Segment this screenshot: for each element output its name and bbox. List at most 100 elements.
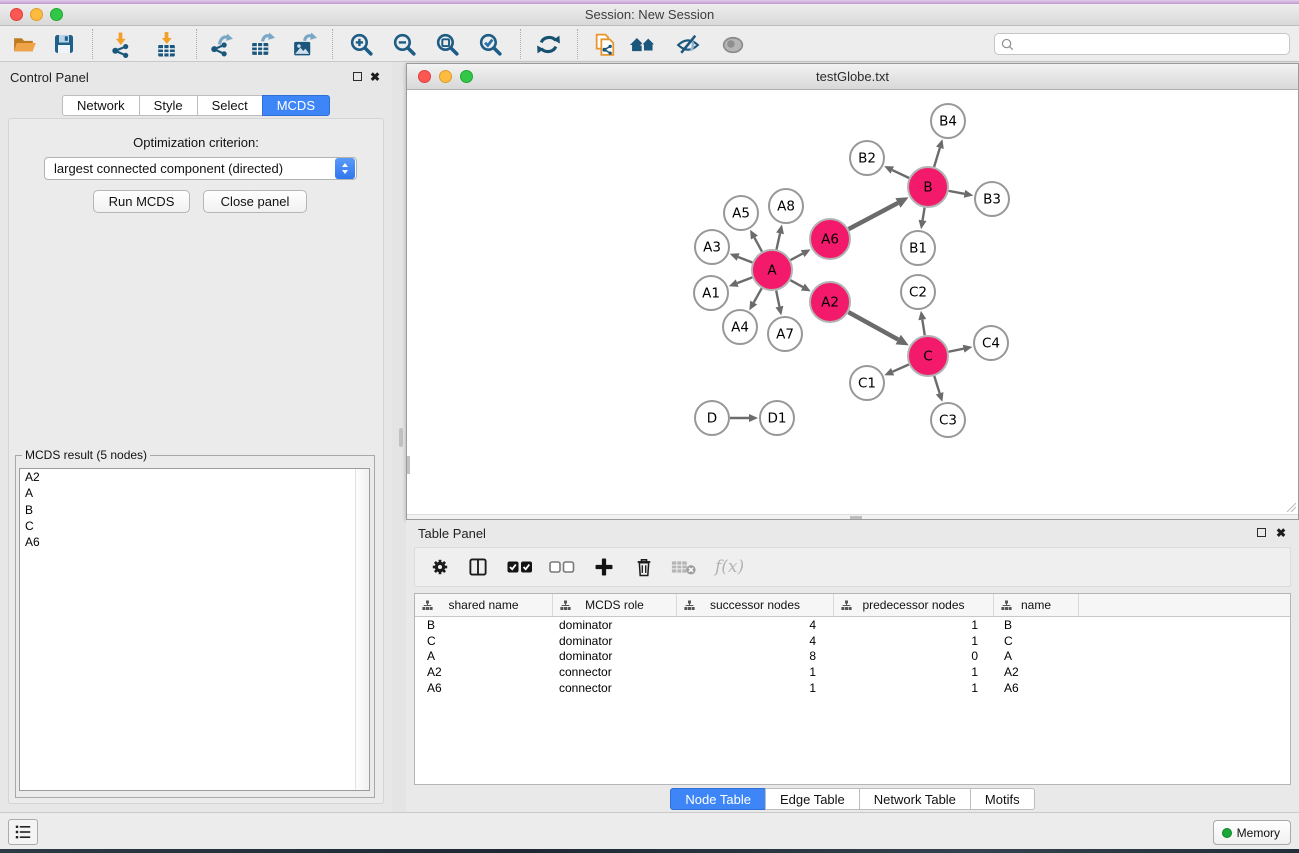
table-cell[interactable]: 1 [834, 618, 994, 632]
tab-network-table[interactable]: Network Table [859, 788, 971, 810]
table-cell[interactable]: C [994, 634, 1079, 648]
float-table-panel-icon[interactable] [1257, 528, 1266, 537]
select-all-columns-button[interactable] [507, 552, 533, 582]
run-mcds-button[interactable]: Run MCDS [93, 190, 190, 213]
show-home-button[interactable] [629, 30, 657, 58]
hide-selected-button[interactable] [674, 30, 702, 58]
edge-A-A8[interactable] [776, 233, 780, 249]
column-header-MCDS-role[interactable]: MCDS role [553, 594, 677, 616]
table-cell[interactable]: A6 [994, 681, 1079, 695]
list-item[interactable]: C [20, 518, 369, 534]
add-column-button[interactable] [593, 552, 615, 582]
network-horizontal-scroll-thumb[interactable] [850, 516, 862, 519]
task-history-button[interactable] [8, 819, 38, 845]
edge-C-C4[interactable] [949, 349, 964, 352]
close-panel-button[interactable]: Close panel [203, 190, 307, 213]
table-cell[interactable]: 1 [834, 634, 994, 648]
network-canvas[interactable]: B4B2BB3A8A5A6A3B1AA1C2A2A4A7C4CC1C3DD1 [407, 90, 1298, 514]
table-cell[interactable]: connector [553, 665, 677, 679]
column-layout-button[interactable] [467, 552, 489, 582]
table-cell[interactable]: 8 [677, 649, 834, 663]
export-image-button[interactable] [289, 30, 317, 58]
table-cell[interactable]: dominator [553, 634, 677, 648]
edge-C-C1[interactable] [893, 364, 909, 371]
show-eye-button[interactable] [719, 30, 747, 58]
export-table-button[interactable] [247, 30, 275, 58]
table-cell[interactable]: A [994, 649, 1079, 663]
table-cell[interactable]: 1 [677, 681, 834, 695]
tab-edge-table[interactable]: Edge Table [765, 788, 860, 810]
minimize-window-button[interactable] [30, 8, 43, 21]
table-cell[interactable]: dominator [553, 618, 677, 632]
tab-select[interactable]: Select [197, 95, 263, 116]
edge-A-A6[interactable] [791, 254, 803, 260]
network-horizontal-scrollbar[interactable] [407, 514, 1298, 519]
table-cell[interactable]: A [415, 649, 553, 663]
tab-style[interactable]: Style [139, 95, 198, 116]
edge-A-A7[interactable] [776, 291, 779, 307]
search-input[interactable] [1015, 35, 1289, 53]
table-cell[interactable]: 4 [677, 618, 834, 632]
mcds-result-list[interactable]: A2ABCA6 [19, 468, 370, 791]
list-item[interactable]: A2 [20, 469, 369, 485]
edge-B-B4[interactable] [934, 148, 940, 167]
clone-network-button[interactable] [591, 30, 619, 58]
list-item[interactable]: B [20, 502, 369, 518]
zoom-selected-button[interactable] [476, 30, 504, 58]
panel-splitter[interactable] [392, 62, 406, 812]
tab-mcds[interactable]: MCDS [262, 95, 330, 116]
import-network-button[interactable] [106, 30, 134, 58]
close-panel-icon[interactable]: ✖ [370, 72, 380, 82]
list-scrollbar[interactable] [355, 469, 369, 790]
table-cell[interactable]: dominator [553, 649, 677, 663]
edge-A2-C[interactable] [848, 312, 898, 339]
maximize-window-button[interactable] [50, 8, 63, 21]
refresh-button[interactable] [534, 30, 562, 58]
edge-B-B3[interactable] [949, 191, 965, 194]
table-cell[interactable]: 1 [834, 665, 994, 679]
table-cell[interactable]: connector [553, 681, 677, 695]
table-row[interactable]: A2connector11A2 [415, 664, 1290, 680]
table-row[interactable]: Cdominator41C [415, 633, 1290, 649]
table-cell[interactable]: A6 [415, 681, 553, 695]
function-builder-button[interactable]: f(x) [715, 552, 744, 582]
table-cell[interactable]: B [415, 618, 553, 632]
table-row[interactable]: A6connector11A6 [415, 680, 1290, 696]
close-table-panel-icon[interactable]: ✖ [1276, 528, 1286, 538]
network-graph[interactable]: B4B2BB3A8A5A6A3B1AA1C2A2A4A7C4CC1C3DD1 [407, 90, 1298, 514]
table-settings-button[interactable] [429, 552, 451, 582]
tab-motifs[interactable]: Motifs [970, 788, 1035, 810]
edge-C-C2[interactable] [922, 320, 924, 336]
criterion-select[interactable]: largest connected component (directed) [44, 157, 357, 180]
edge-A-A5[interactable] [754, 238, 762, 252]
minimize-network-button[interactable] [439, 70, 452, 83]
edge-A-A2[interactable] [790, 280, 802, 287]
close-network-button[interactable] [418, 70, 431, 83]
deselect-all-columns-button[interactable] [549, 552, 575, 582]
zoom-in-button[interactable] [347, 30, 375, 58]
open-session-button[interactable] [10, 30, 38, 58]
zoom-out-button[interactable] [390, 30, 418, 58]
network-vertical-scroll-thumb[interactable] [407, 456, 410, 474]
delete-table-button[interactable] [671, 552, 697, 582]
export-network-button[interactable] [206, 30, 234, 58]
column-header-predecessor-nodes[interactable]: predecessor nodes [834, 594, 994, 616]
resize-grip-icon[interactable] [1285, 501, 1297, 513]
table-row[interactable]: Adominator80A [415, 649, 1290, 665]
table-row[interactable]: Bdominator41B [415, 617, 1290, 633]
table-cell[interactable]: 1 [677, 665, 834, 679]
tab-node-table[interactable]: Node Table [670, 788, 766, 810]
close-window-button[interactable] [10, 8, 23, 21]
search-field[interactable] [994, 33, 1290, 55]
network-window-titlebar[interactable]: testGlobe.txt [407, 64, 1298, 90]
table-cell[interactable]: 4 [677, 634, 834, 648]
maximize-network-button[interactable] [460, 70, 473, 83]
column-header-shared-name[interactable]: shared name [415, 594, 553, 616]
edge-A6-B[interactable] [849, 203, 898, 229]
table-cell[interactable]: A2 [415, 665, 553, 679]
table-cell[interactable]: 0 [834, 649, 994, 663]
memory-button[interactable]: Memory [1213, 820, 1291, 845]
table-cell[interactable]: A2 [994, 665, 1079, 679]
table-cell[interactable]: 1 [834, 681, 994, 695]
edge-C-C3[interactable] [934, 376, 939, 393]
